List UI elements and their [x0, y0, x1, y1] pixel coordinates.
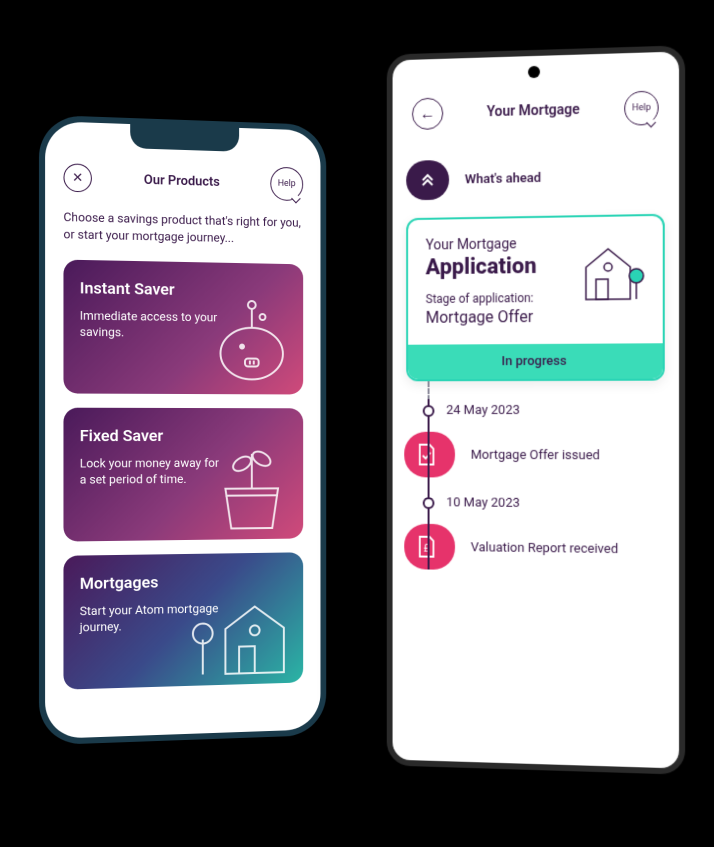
timeline-date-text: 10 May 2023	[446, 495, 520, 511]
product-card-fixed-saver[interactable]: Fixed Saver Lock your money away for a s…	[63, 407, 303, 541]
timeline-date-text: 24 May 2023	[446, 403, 520, 418]
header: ← Your Mortgage Help	[393, 90, 679, 132]
timeline-event[interactable]: £ Valuation Report received	[404, 524, 679, 573]
timeline-date: 10 May 2023	[428, 495, 679, 512]
chevron-up-double-icon	[420, 170, 436, 190]
timeline-date: 24 May 2023	[428, 403, 679, 418]
phone-screen: ✕ Our Products Help Choose a savings pro…	[45, 121, 320, 739]
phone-device-products: ✕ Our Products Help Choose a savings pro…	[39, 115, 326, 746]
whats-ahead-pill	[406, 160, 449, 201]
timeline-event[interactable]: Mortgage Offer issued	[404, 432, 679, 479]
arrow-left-icon: ←	[420, 104, 436, 124]
whats-ahead-row[interactable]: What's ahead	[393, 155, 679, 201]
page-title: Our Products	[144, 172, 220, 189]
page-title: Your Mortgage	[487, 102, 580, 120]
product-desc: Immediate access to your savings.	[80, 307, 220, 342]
help-label: Help	[632, 103, 651, 114]
product-card-instant-saver[interactable]: Instant Saver Immediate access to your s…	[63, 259, 303, 394]
back-button[interactable]: ←	[412, 98, 443, 131]
plant-pot-icon	[208, 434, 296, 534]
application-card[interactable]: Your Mortgage Application Stage of appli…	[406, 214, 665, 382]
timeline-dot-icon	[423, 497, 435, 509]
help-button[interactable]: Help	[624, 91, 658, 126]
close-icon: ✕	[72, 170, 83, 186]
timeline-event-text: Mortgage Offer issued	[471, 447, 600, 463]
card-status: In progress	[408, 343, 663, 379]
intro-text: Choose a savings product that's right fo…	[63, 209, 303, 248]
header: ✕ Our Products Help	[63, 160, 303, 201]
close-button[interactable]: ✕	[63, 163, 91, 192]
phone-device-mortgage: ← Your Mortgage Help What's ahead Your M…	[387, 45, 685, 775]
phone-notch	[130, 124, 239, 152]
timeline-dot-icon	[423, 405, 435, 417]
whats-ahead-label: What's ahead	[465, 170, 541, 187]
phone-screen: ← Your Mortgage Help What's ahead Your M…	[393, 52, 679, 769]
house-icon	[576, 238, 647, 309]
product-desc: Lock your money away for a set period of…	[80, 454, 220, 488]
timeline: 24 May 2023 Mortgage Offer issued	[393, 399, 679, 573]
help-button[interactable]: Help	[270, 167, 303, 202]
timeline-event-text: Valuation Report received	[471, 540, 618, 557]
help-label: Help	[278, 179, 296, 189]
product-card-mortgages[interactable]: Mortgages Start your Atom mortgage journ…	[63, 552, 303, 689]
house-icon	[188, 588, 295, 680]
timeline-line	[428, 399, 430, 569]
piggy-bank-icon	[208, 298, 296, 388]
product-title: Instant Saver	[80, 278, 288, 300]
